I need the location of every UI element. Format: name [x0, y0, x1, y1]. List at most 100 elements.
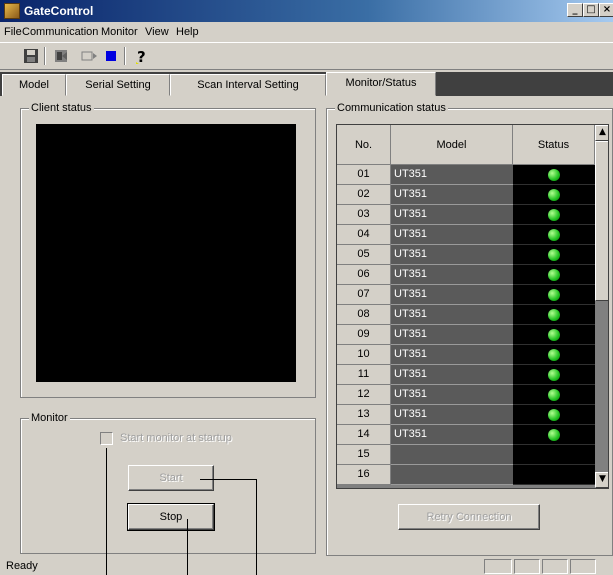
scroll-down-arrow[interactable]: ▼ — [595, 472, 608, 488]
menu-view[interactable]: View — [145, 26, 169, 38]
table-row[interactable]: 16 — [337, 465, 595, 485]
toolbar: ? — [0, 42, 613, 70]
row-status — [513, 405, 595, 425]
communication-table: No. Model Status 01 UT351 02 UT351 03 UT351 04… — [336, 124, 609, 489]
row-number: 02 — [337, 185, 391, 205]
monitor-icon[interactable] — [78, 46, 100, 66]
client-status-display — [36, 124, 296, 382]
table-row[interactable]: 02 UT351 — [337, 185, 595, 205]
tab-scan-interval-setting[interactable]: Scan Interval Setting — [170, 74, 326, 96]
retry-connection-button[interactable]: Retry Connection — [398, 504, 540, 530]
help-icon[interactable]: ? — [130, 46, 152, 66]
row-number: 11 — [337, 365, 391, 385]
menu-bar: File Communication Monitor View Help — [0, 22, 613, 42]
table-row[interactable]: 01 UT351 — [337, 165, 595, 185]
row-number: 16 — [337, 465, 391, 485]
row-model: UT351 — [391, 265, 513, 285]
tab-strip: Model Serial Setting Scan Interval Setti… — [0, 72, 613, 96]
row-status — [513, 365, 595, 385]
table-row[interactable]: 14 UT351 — [337, 425, 595, 445]
row-status — [513, 425, 595, 445]
connected-led-icon — [548, 329, 560, 341]
save-icon[interactable] — [20, 46, 42, 66]
scroll-thumb[interactable] — [595, 141, 608, 301]
row-number: 09 — [337, 325, 391, 345]
start-at-startup-checkbox[interactable] — [100, 432, 113, 445]
row-status — [513, 445, 595, 465]
minimize-button[interactable]: _ — [567, 3, 583, 17]
maximize-button[interactable]: □ — [583, 3, 599, 17]
tab-serial-setting[interactable]: Serial Setting — [66, 74, 170, 96]
status-panel — [484, 559, 512, 574]
column-header-model[interactable]: Model — [391, 125, 513, 165]
row-model — [391, 445, 513, 465]
connected-led-icon — [548, 309, 560, 321]
callout-line — [256, 479, 257, 575]
menu-help[interactable]: Help — [176, 26, 199, 38]
row-model: UT351 — [391, 225, 513, 245]
scroll-up-arrow[interactable]: ▲ — [595, 125, 608, 141]
status-panel — [514, 559, 540, 574]
menu-communication[interactable]: Communication — [22, 26, 98, 38]
connected-led-icon — [548, 209, 560, 221]
connected-led-icon — [548, 289, 560, 301]
table-row[interactable]: 05 UT351 — [337, 245, 595, 265]
start-button[interactable]: Start — [128, 465, 214, 491]
tab-monitor-status[interactable]: Monitor/Status — [326, 72, 436, 96]
status-panel — [542, 559, 568, 574]
table-scrollbar[interactable]: ▲ ▼ — [595, 125, 608, 488]
row-number: 13 — [337, 405, 391, 425]
menu-file[interactable]: File — [4, 26, 22, 38]
column-header-status[interactable]: Status — [513, 125, 595, 165]
row-number: 04 — [337, 225, 391, 245]
table-row[interactable]: 07 UT351 — [337, 285, 595, 305]
table-row[interactable]: 13 UT351 — [337, 405, 595, 425]
table-row[interactable]: 10 UT351 — [337, 345, 595, 365]
close-button[interactable]: × — [599, 3, 613, 17]
tool-icon[interactable] — [50, 46, 72, 66]
table-row[interactable]: 08 UT351 — [337, 305, 595, 325]
connected-led-icon — [548, 349, 560, 361]
connected-led-icon — [548, 229, 560, 241]
connected-led-icon — [548, 429, 560, 441]
table-row[interactable]: 11 UT351 — [337, 365, 595, 385]
row-number: 12 — [337, 385, 391, 405]
connected-led-icon — [548, 269, 560, 281]
tab-model[interactable]: Model — [2, 74, 66, 96]
connected-led-icon — [548, 389, 560, 401]
row-number: 08 — [337, 305, 391, 325]
connected-led-icon — [548, 369, 560, 381]
row-model: UT351 — [391, 165, 513, 185]
table-row[interactable]: 06 UT351 — [337, 265, 595, 285]
table-row[interactable]: 03 UT351 — [337, 205, 595, 225]
row-number: 05 — [337, 245, 391, 265]
row-number: 01 — [337, 165, 391, 185]
row-model: UT351 — [391, 385, 513, 405]
table-row[interactable]: 09 UT351 — [337, 325, 595, 345]
row-status — [513, 325, 595, 345]
status-panel — [570, 559, 596, 574]
status-bar: Ready — [0, 558, 613, 575]
status-text: Ready — [6, 560, 38, 572]
stop-icon[interactable] — [100, 46, 122, 66]
row-status — [513, 465, 595, 485]
row-status — [513, 225, 595, 245]
menu-monitor[interactable]: Monitor — [101, 26, 138, 38]
stop-button[interactable]: Stop — [127, 503, 215, 531]
column-header-no[interactable]: No. — [337, 125, 391, 165]
start-at-startup-label: Start monitor at startup — [120, 432, 232, 444]
row-model: UT351 — [391, 305, 513, 325]
row-number: 14 — [337, 425, 391, 445]
callout-line — [106, 448, 107, 575]
connected-led-icon — [548, 189, 560, 201]
row-status — [513, 305, 595, 325]
row-status — [513, 185, 595, 205]
client-status-label: Client status — [29, 102, 94, 114]
table-row[interactable]: 12 UT351 — [337, 385, 595, 405]
table-row[interactable]: 04 UT351 — [337, 225, 595, 245]
table-row[interactable]: 15 — [337, 445, 595, 465]
row-status — [513, 205, 595, 225]
connected-led-icon — [548, 409, 560, 421]
row-model — [391, 465, 513, 485]
title-bar: GateControl _ □ × — [0, 0, 613, 22]
